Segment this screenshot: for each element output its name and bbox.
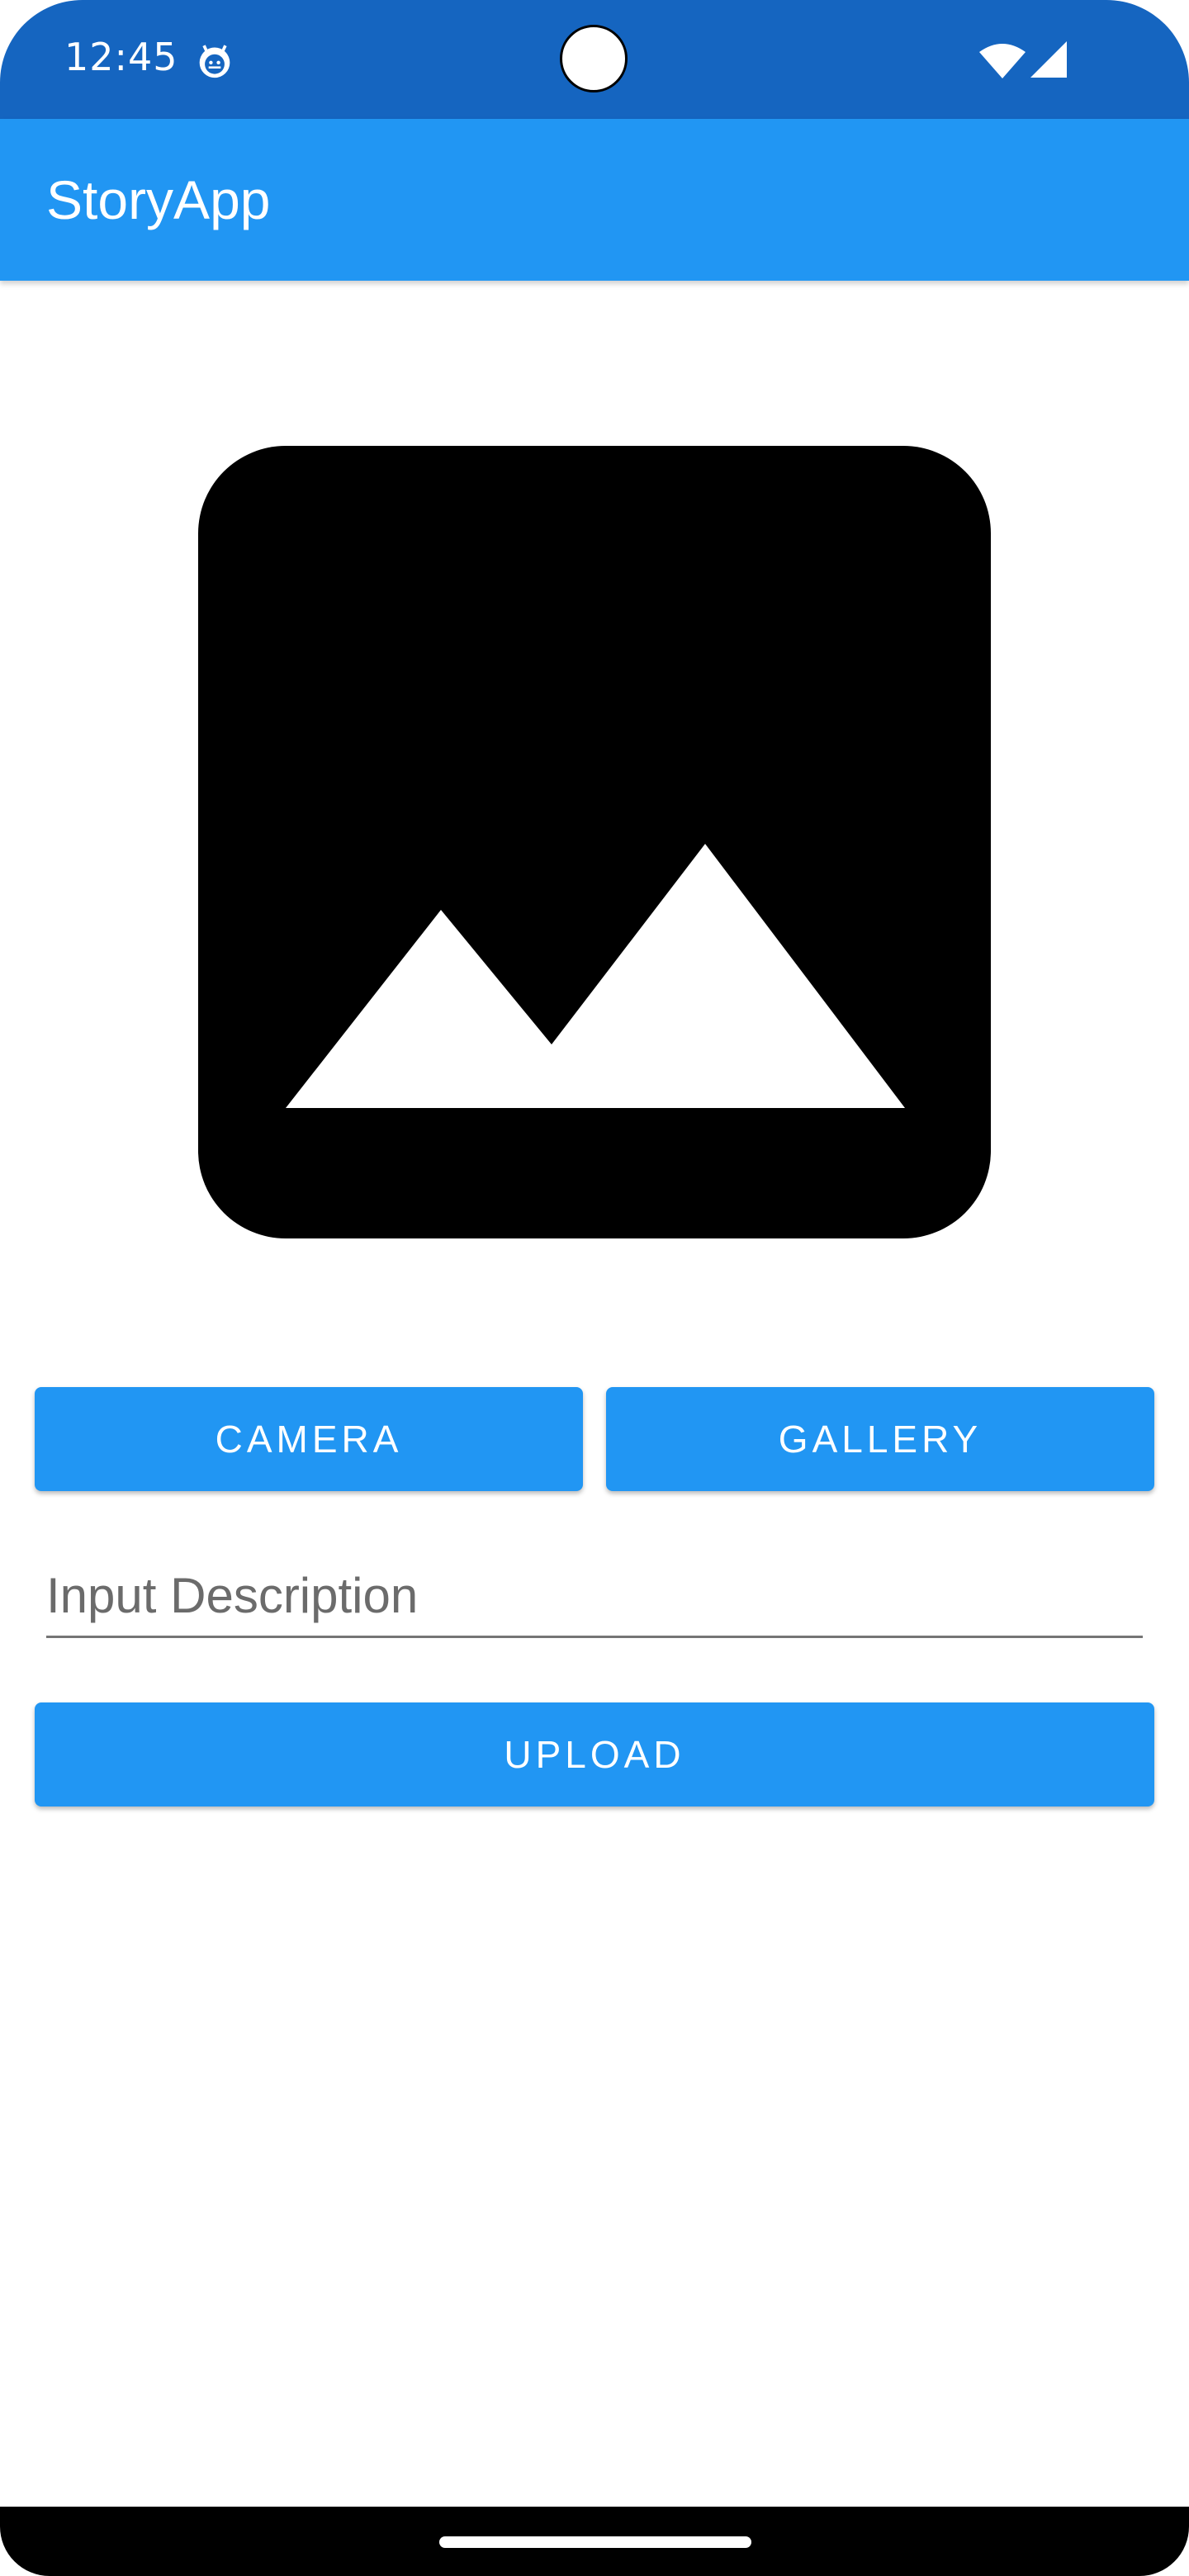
gallery-button[interactable]: GALLERY — [606, 1387, 1154, 1491]
navigation-bar — [0, 2507, 1189, 2576]
status-time: 12:45 — [64, 35, 178, 79]
image-placeholder-icon — [198, 446, 991, 1238]
app-title: StoryApp — [46, 169, 271, 230]
gesture-handle[interactable] — [439, 2536, 751, 2548]
front-camera-cutout — [560, 25, 628, 92]
camera-button[interactable]: CAMERA — [35, 1387, 583, 1491]
description-input[interactable] — [46, 1556, 1143, 1638]
android-debug-icon — [199, 45, 230, 78]
wifi-icon — [979, 44, 1026, 78]
status-bar: 12:45 — [0, 0, 1189, 119]
app-bar: StoryApp — [0, 119, 1189, 281]
upload-button[interactable]: UPLOAD — [35, 1702, 1154, 1807]
cell-signal-icon — [1030, 41, 1067, 78]
device-screen: 12:45 StoryApp CAMERA GALLERY UPLOAD — [0, 0, 1189, 2576]
